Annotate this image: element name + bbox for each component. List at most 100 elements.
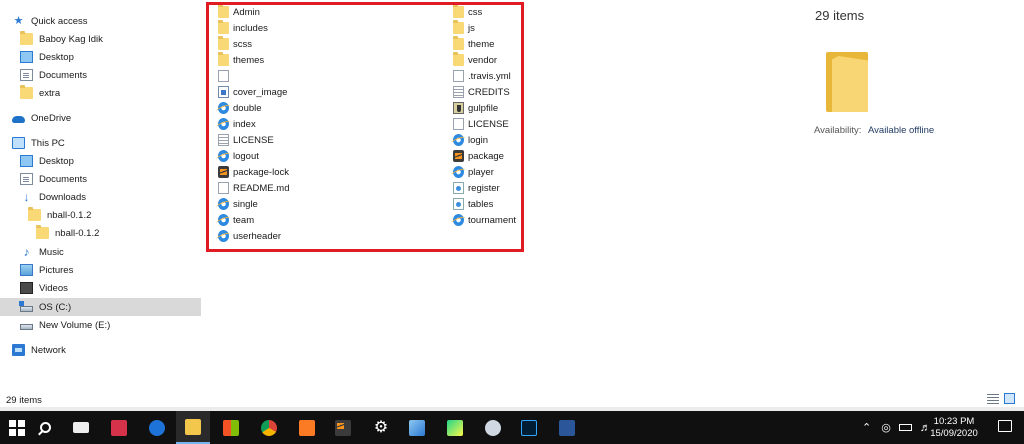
search-button[interactable] — [28, 411, 62, 444]
blank-file-icon — [218, 70, 229, 82]
file-item-admin[interactable]: Admin — [218, 4, 289, 20]
file-item-package-lock[interactable]: package-lock — [218, 164, 289, 180]
nav-network[interactable]: Network — [0, 341, 201, 359]
file-item-credits[interactable]: CREDITS — [453, 84, 516, 100]
taskbar-snip[interactable] — [400, 411, 434, 444]
taskbar-settings[interactable]: ⚙ — [364, 411, 398, 444]
file-item-tables[interactable]: tables — [453, 196, 516, 212]
file-item-player[interactable]: player — [453, 164, 516, 180]
large-icons-view-icon[interactable] — [1004, 393, 1015, 404]
taskbar-xampp[interactable] — [290, 411, 324, 444]
folder-icon — [20, 85, 33, 99]
nav-extra[interactable]: extra — [0, 84, 201, 102]
nav-label: Quick access — [31, 15, 88, 27]
file-item-unnamed[interactable] — [218, 68, 289, 84]
nav-documents-quick[interactable]: Documents — [0, 66, 201, 84]
file-name: themes — [233, 54, 265, 66]
paint-icon — [485, 419, 501, 436]
file-item-vendor[interactable]: vendor — [453, 52, 516, 68]
file-item-js[interactable]: js — [453, 20, 516, 36]
details-view-icon[interactable] — [987, 393, 999, 404]
wifi-icon[interactable]: ◎ — [881, 421, 891, 434]
file-name: userheader — [233, 230, 282, 242]
file-item-readme[interactable]: README.md — [218, 180, 289, 196]
file-name: package — [468, 150, 504, 162]
file-item-package[interactable]: package — [453, 148, 516, 164]
file-item-theme[interactable]: theme — [453, 36, 516, 52]
taskbar-edge[interactable] — [140, 411, 174, 444]
nav-quick-access[interactable]: ★ Quick access — [0, 12, 201, 30]
drive-icon — [20, 324, 33, 330]
taskbar-pycharm[interactable] — [438, 411, 472, 444]
file-item-logout[interactable]: logout — [218, 148, 289, 164]
folder-icon — [453, 52, 464, 66]
taskbar-gift[interactable] — [102, 411, 136, 444]
file-item-includes[interactable]: includes — [218, 20, 289, 36]
nav-music[interactable]: ♪ Music — [0, 243, 201, 261]
ie-file-icon — [453, 166, 464, 178]
file-item-login[interactable]: login — [453, 132, 516, 148]
nav-pictures[interactable]: Pictures — [0, 261, 201, 279]
file-item-tournament[interactable]: tournament — [453, 212, 516, 228]
gulp-file-icon — [453, 102, 464, 114]
file-item-license[interactable]: LICENSE — [218, 132, 289, 148]
blank-file-icon — [453, 118, 464, 130]
sublime-file-icon — [218, 166, 229, 178]
taskbar: ⚙ ⌃ ◎ ♬ 10:23 PM 15/09/2020 — [0, 411, 1024, 444]
taskbar-word[interactable] — [550, 411, 584, 444]
pictures-icon — [20, 264, 33, 276]
folder-icon — [36, 225, 49, 239]
blank-file-icon — [218, 182, 229, 194]
file-item-team[interactable]: team — [218, 212, 289, 228]
notification-icon[interactable] — [998, 420, 1012, 432]
nav-label: OS (C:) — [39, 301, 72, 313]
taskbar-chrome[interactable] — [252, 411, 286, 444]
taskbar-paint[interactable] — [476, 411, 510, 444]
gift-icon — [111, 419, 127, 436]
file-item-cover-image[interactable]: cover_image — [218, 84, 289, 100]
ie-file-icon — [218, 150, 229, 162]
nav-onedrive[interactable]: OneDrive — [0, 109, 201, 127]
nav-this-pc[interactable]: This PC — [0, 134, 201, 152]
chevron-up-icon[interactable]: ⌃ — [862, 421, 871, 434]
nav-documents[interactable]: Documents — [0, 170, 201, 188]
file-item-themes[interactable]: themes — [218, 52, 289, 68]
file-name: theme — [468, 38, 495, 50]
file-column-left: Admin includes scss themes cover_image d… — [218, 4, 289, 244]
nav-baboy-kag-idik[interactable]: Baboy Kag Idik — [0, 30, 201, 48]
desktop-icon — [20, 155, 33, 167]
clock-date: 15/09/2020 — [930, 428, 978, 439]
file-item-index[interactable]: index — [218, 116, 289, 132]
file-item-double[interactable]: double — [218, 100, 289, 116]
file-item-css[interactable]: css — [453, 4, 516, 20]
file-item-userheader[interactable]: userheader — [218, 228, 289, 244]
nav-os-c[interactable]: OS (C:) — [0, 298, 201, 316]
taskbar-store[interactable] — [214, 411, 248, 444]
taskbar-file-explorer[interactable] — [176, 411, 210, 444]
file-item-travis-yml[interactable]: .travis.yml — [453, 68, 516, 84]
file-item-scss[interactable]: scss — [218, 36, 289, 52]
nav-nball-folder[interactable]: nball-0.1.2 — [0, 206, 201, 224]
blank-file-icon — [453, 70, 464, 82]
battery-icon[interactable] — [898, 424, 912, 431]
taskbar-clock[interactable]: 10:23 PM 15/09/2020 — [924, 416, 984, 440]
taskbar-photoshop[interactable] — [512, 411, 546, 444]
file-item-license-2[interactable]: LICENSE — [453, 116, 516, 132]
file-column-right: css js theme vendor .travis.yml CREDITS … — [453, 4, 516, 228]
nav-label: Documents — [39, 69, 88, 81]
nav-videos[interactable]: Videos — [0, 279, 201, 297]
nav-label: New Volume (E:) — [39, 319, 111, 331]
file-item-single[interactable]: single — [218, 196, 289, 212]
file-item-gulpfile[interactable]: gulpfile — [453, 100, 516, 116]
file-item-register[interactable]: register — [453, 180, 516, 196]
taskbar-sublime-text[interactable] — [326, 411, 360, 444]
nav-label: Documents — [39, 173, 88, 185]
nav-desktop-quick[interactable]: Desktop — [0, 48, 201, 66]
nav-desktop[interactable]: Desktop — [0, 152, 201, 170]
folder-icon — [218, 36, 229, 50]
nav-downloads[interactable]: ↓ Downloads — [0, 188, 201, 206]
taskbar-mail[interactable] — [64, 411, 98, 444]
nav-new-volume-e[interactable]: New Volume (E:) — [0, 316, 201, 334]
nav-nball-subfolder[interactable]: nball-0.1.2 — [0, 224, 201, 242]
large-folder-icon — [826, 52, 868, 112]
